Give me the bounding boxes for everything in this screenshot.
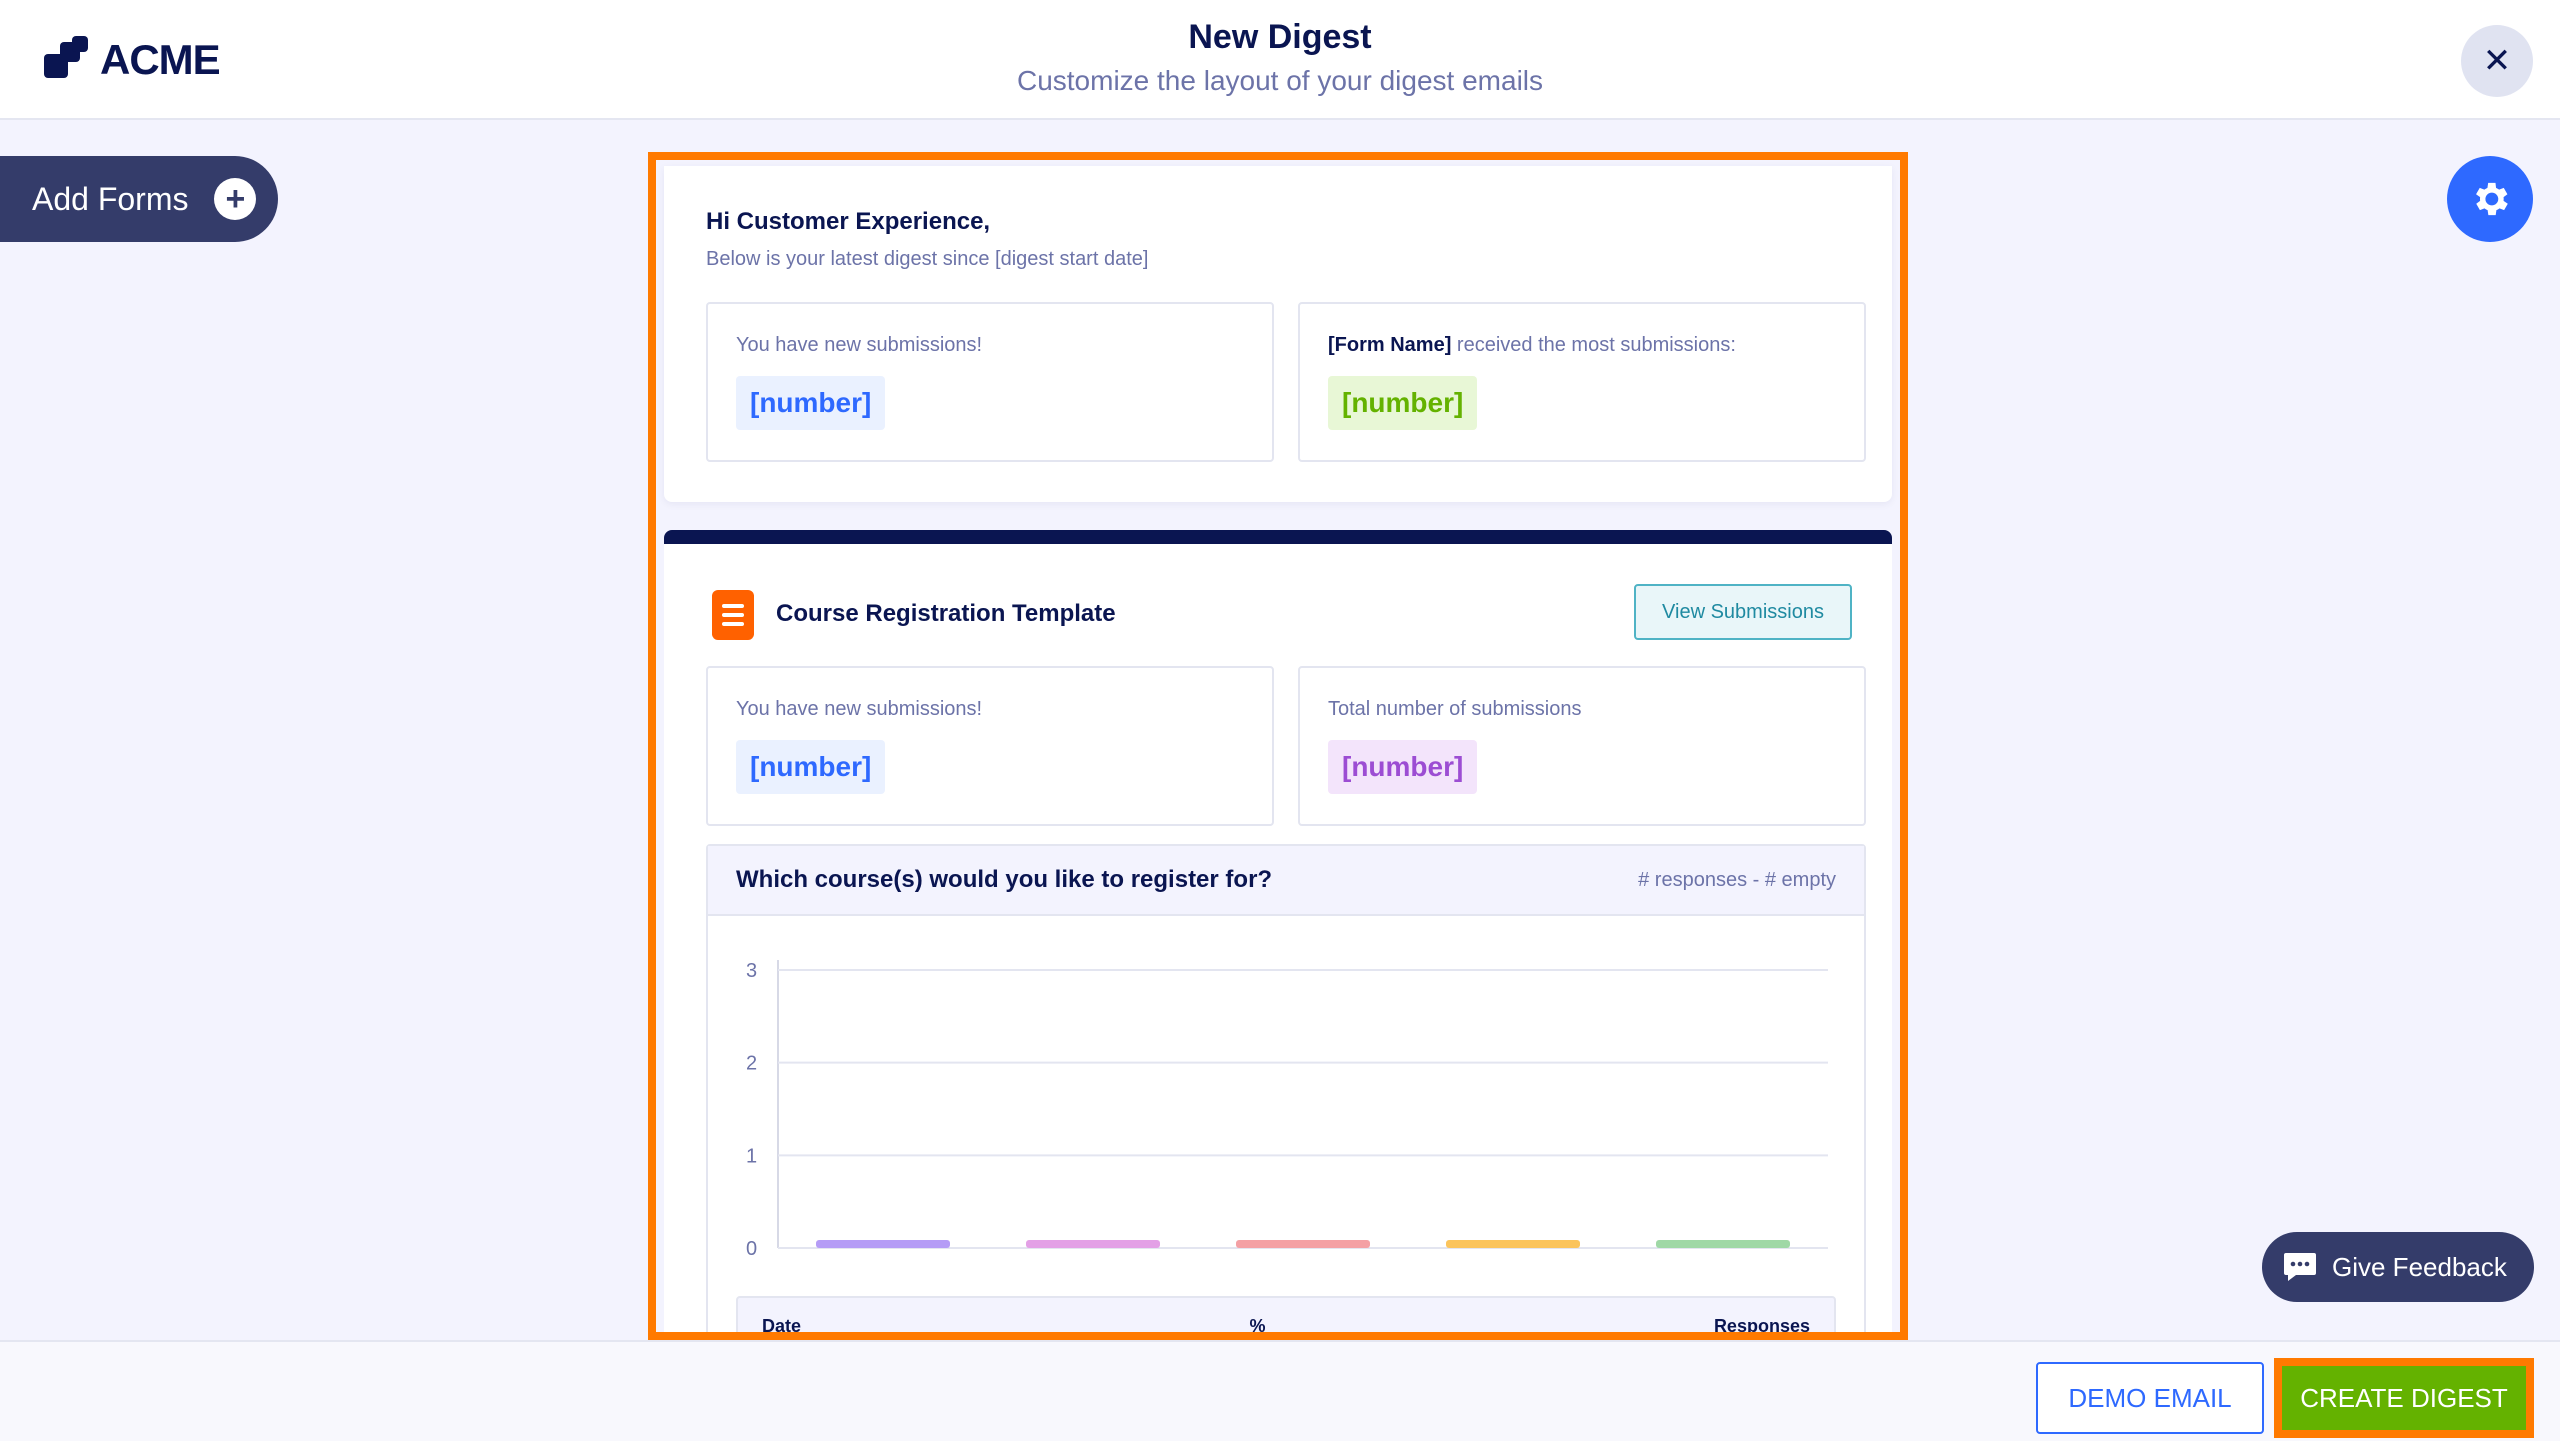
most-submissions-box: [Form Name] received the most submission…	[1298, 302, 1866, 462]
stat-label: [Form Name] received the most submission…	[1328, 334, 1736, 357]
table-header-responses: Responses	[1713, 1315, 1810, 1336]
stat-label: You have new submissions!	[736, 698, 983, 720]
create-digest-button[interactable]: CREATE DIGEST	[2282, 1366, 2526, 1430]
question-chart: 0 1 2 3	[746, 960, 1828, 1260]
digest-preview: Hi Customer Experience, Below is your la…	[648, 152, 1908, 1340]
stat-value: [number]	[736, 740, 886, 794]
y-tick-label: 3	[746, 960, 757, 982]
greeting: Hi Customer Experience,	[706, 208, 991, 235]
demo-email-button[interactable]: DEMO EMAIL	[2036, 1362, 2264, 1434]
plus-circle-icon: +	[214, 178, 257, 220]
close-icon: ✕	[2482, 42, 2512, 80]
form-icon	[712, 590, 754, 640]
stat-value: [number]	[1328, 376, 1478, 430]
form-total-submissions-box: Total number of submissions [number]	[1298, 666, 1866, 826]
chart-bar-2	[1026, 1240, 1160, 1248]
stat-label: Total number of submissions	[1328, 698, 1582, 720]
give-feedback-label: Give Feedback	[2332, 1251, 2507, 1282]
greeting-subtitle: Below is your latest digest since [diges…	[706, 248, 1149, 270]
question-header: Which course(s) would you like to regist…	[708, 846, 1864, 916]
view-submissions-button[interactable]: View Submissions	[1634, 584, 1852, 640]
close-button[interactable]: ✕	[2461, 25, 2533, 97]
most-submissions-label: received the most submissions:	[1451, 334, 1736, 356]
form-new-submissions-box: You have new submissions! [number]	[706, 666, 1274, 826]
chart-bar-4	[1446, 1240, 1580, 1248]
page-title: New Digest	[1188, 18, 1372, 56]
add-forms-button[interactable]: Add Forms +	[0, 156, 278, 242]
create-digest-highlight: CREATE DIGEST	[2274, 1358, 2534, 1438]
form-card: Course Registration Template View Submis…	[664, 530, 1892, 1336]
question-meta: # responses - # empty	[1638, 868, 1836, 891]
footer: DEMO EMAIL CREATE DIGEST	[0, 1340, 2560, 1441]
y-tick-label: 2	[746, 1053, 757, 1075]
table-header-date: Date	[762, 1315, 802, 1336]
gear-icon	[2476, 182, 2508, 216]
title-block: New Digest Customize the layout of your …	[0, 18, 2560, 97]
chart-bar-3	[1236, 1240, 1370, 1248]
y-tick-label: 0	[746, 1238, 757, 1260]
stat-value: [number]	[1328, 740, 1478, 794]
question-box: Which course(s) would you like to regist…	[706, 844, 1866, 1336]
form-name: [Form Name]	[1328, 334, 1452, 356]
chart-bar-1	[816, 1240, 950, 1248]
y-tick-label: 1	[746, 1145, 757, 1167]
chart-bar-5	[1656, 1240, 1790, 1248]
summary-card: Hi Customer Experience, Below is your la…	[664, 166, 1892, 502]
add-forms-label: Add Forms	[32, 180, 189, 217]
settings-button[interactable]	[2447, 156, 2533, 242]
table-header-percent: %	[1249, 1315, 1266, 1336]
give-feedback-button[interactable]: Give Feedback	[2262, 1232, 2534, 1302]
stat-value: [number]	[736, 376, 886, 430]
new-submissions-box: You have new submissions! [number]	[706, 302, 1274, 462]
page-subtitle: Customize the layout of your digest emai…	[1016, 65, 1544, 96]
feedback-chat-icon	[2284, 1253, 2316, 1281]
question-title: Which course(s) would you like to regist…	[736, 866, 1273, 893]
responses-table-header: Date % Responses	[736, 1296, 1836, 1336]
form-title: Course Registration Template	[776, 600, 1116, 627]
stat-label: You have new submissions!	[736, 334, 983, 356]
header: ACME New Digest Customize the layout of …	[0, 0, 2560, 120]
